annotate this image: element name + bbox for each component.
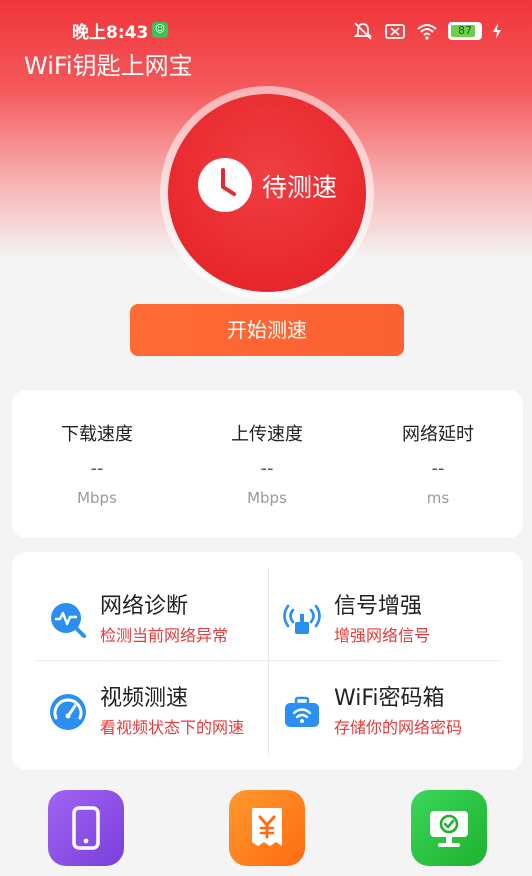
password-box-icon: [285, 696, 319, 727]
bottom-app-yen[interactable]: [229, 790, 305, 866]
mute-icon: [353, 22, 373, 40]
status-bar: 晚上8:43 ☺ 87: [0, 14, 532, 48]
tool-signal-boost[interactable]: 信号增强 增强网络信号: [282, 588, 512, 660]
tool-wifi-password-box[interactable]: WiFi密码箱 存储你的网络密码: [282, 680, 512, 752]
wechat-icon: ☺: [152, 22, 168, 38]
tool-title: 网络诊断: [100, 594, 189, 619]
tool-title: WiFi密码箱: [334, 686, 445, 711]
tool-network-diagnose[interactable]: 网络诊断 检测当前网络异常: [48, 588, 278, 660]
battery-level: 87: [458, 24, 472, 37]
speed-status: 待测速: [262, 173, 338, 202]
stats-card: 下载速度 -- Mbps 上传速度 -- Mbps 网络延时 -- ms: [12, 390, 523, 538]
tool-subtitle: 检测当前网络异常: [100, 626, 229, 645]
battery-icon: 87: [448, 22, 482, 40]
download-value: --: [90, 458, 104, 479]
start-speed-test-button[interactable]: 开始测速: [130, 304, 404, 356]
status-icons: 87: [352, 20, 502, 42]
tool-subtitle: 看视频状态下的网速: [100, 718, 245, 737]
status-time: 晚上8:43: [72, 23, 149, 43]
charging-icon: [493, 23, 501, 39]
tool-title: 信号增强: [334, 594, 423, 619]
upload-value: --: [260, 458, 274, 479]
close-box-icon: [385, 24, 405, 39]
download-label: 下载速度: [61, 424, 133, 445]
bottom-app-phone[interactable]: [48, 790, 124, 866]
latency-label: 网络延时: [402, 424, 474, 445]
tool-title: 视频测速: [100, 686, 189, 711]
latency-unit: ms: [426, 489, 450, 507]
tool-video-speed-test[interactable]: 视频测速 看视频状态下的网速: [48, 680, 278, 752]
wifi-icon: [417, 24, 437, 40]
clock-icon: [198, 158, 252, 212]
app-title: WiFi钥匙上网宝: [24, 52, 193, 80]
monitor-check-icon: [430, 811, 468, 847]
network-diagnose-icon: [51, 603, 86, 638]
speedometer-icon: [50, 694, 86, 730]
upload-stat: 上传速度 -- Mbps: [182, 420, 352, 507]
latency-stat: 网络延时 -- ms: [353, 420, 523, 507]
download-stat: 下载速度 -- Mbps: [12, 420, 182, 507]
bottom-app-monitor[interactable]: [411, 790, 487, 866]
tool-subtitle: 增强网络信号: [334, 626, 431, 645]
upload-unit: Mbps: [247, 489, 287, 507]
yen-receipt-icon: [252, 808, 282, 846]
signal-boost-icon: [283, 604, 321, 634]
divider: [36, 660, 500, 661]
upload-label: 上传速度: [231, 424, 303, 445]
tool-subtitle: 存储你的网络密码: [334, 718, 463, 737]
latency-value: --: [431, 458, 445, 479]
phone-icon: [72, 806, 100, 850]
download-unit: Mbps: [77, 489, 117, 507]
